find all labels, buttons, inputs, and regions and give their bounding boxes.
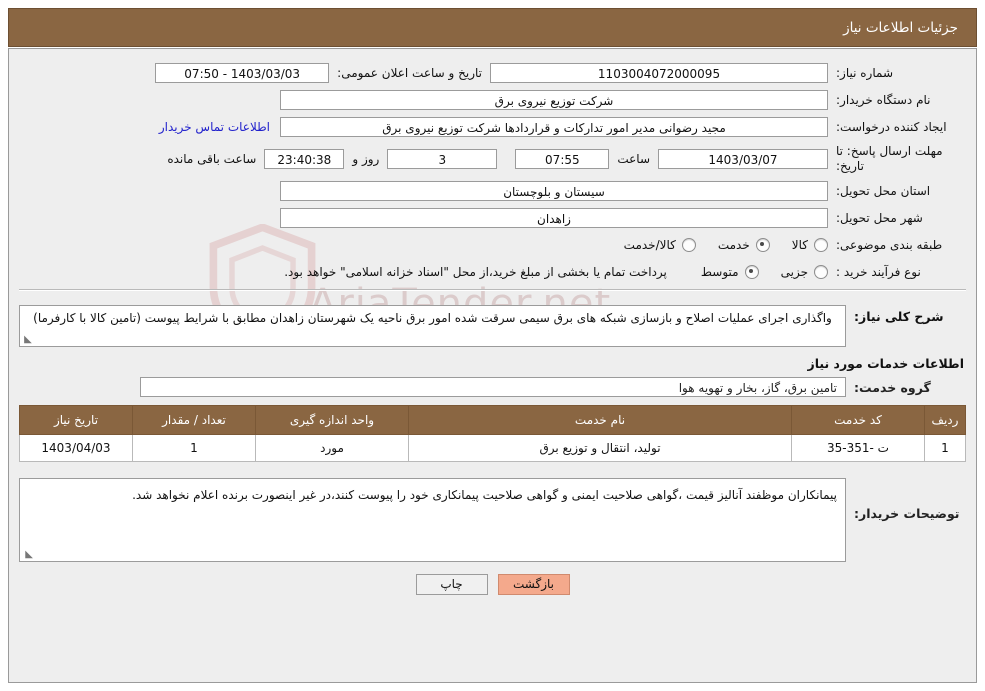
province-label: استان محل تحویل: (836, 183, 931, 198)
row-category: طبقه بندی موضوعی: کالا خدمت کالا/خدمت (19, 235, 966, 255)
cell-unit: مورد (255, 434, 409, 462)
services-section-title: اطلاعات خدمات مورد نیاز (807, 356, 965, 371)
section-divider (19, 289, 966, 291)
cell-quantity: 1 (132, 434, 256, 462)
back-button[interactable]: بازگشت (497, 574, 570, 595)
cell-service-name: تولید، انتقال و توزیع برق (408, 434, 792, 462)
row-need-number: شماره نیاز: 1103004072000095 تاریخ و ساع… (19, 63, 966, 83)
category-label: طبقه بندی موضوعی: (836, 237, 943, 252)
deadline-hour-value: 07:55 (515, 149, 610, 169)
services-table: ردیف کد خدمت نام خدمت واحد اندازه گیری ت… (19, 405, 966, 462)
process-option-motavaset[interactable]: متوسط (701, 265, 759, 279)
row-city: شهر محل تحویل: زاهدان (19, 208, 966, 228)
service-group-value: تامین برق، گاز، بخار و تهویه هوا (140, 377, 846, 397)
description-row: شرح کلی نیاز: واگذاری اجرای عملیات اصلاح… (19, 305, 966, 347)
details-panel: AriaTender.net شماره نیاز: 1103004072000… (8, 48, 977, 683)
comments-text: پیمانکاران موظفند آنالیز قیمت ،گواهی صلا… (132, 488, 837, 502)
col-service-name: نام خدمت (408, 405, 792, 435)
hour-label: ساعت (617, 152, 650, 166)
radio-icon[interactable] (814, 238, 828, 252)
category-option-kala[interactable]: کالا (792, 238, 828, 252)
print-button[interactable]: چاپ (415, 574, 488, 595)
remaining-days-value: 3 (387, 149, 498, 169)
process-option-jozi[interactable]: جزیی (781, 265, 828, 279)
deadline-label: مهلت ارسال پاسخ: تا تاریخ: (836, 144, 943, 173)
buyer-org-value: شرکت توزیع نیروی برق (280, 90, 828, 110)
comments-row: توضیحات خریدار: پیمانکاران موظفند آنالیز… (19, 478, 966, 562)
creator-value: مجید رضوانی مدیر امور تدارکات و قرارداده… (280, 117, 828, 137)
remaining-label: ساعت باقی مانده (167, 152, 257, 166)
public-announce-value: 1403/03/03 - 07:50 (155, 63, 330, 83)
comments-label: توضیحات خریدار: (854, 506, 960, 521)
remaining-timer-value: 23:40:38 (264, 149, 345, 169)
category-radio-group: کالا خدمت کالا/خدمت (602, 238, 828, 252)
col-need-date: تاریخ نیاز (19, 405, 133, 435)
col-quantity: تعداد / مقدار (132, 405, 256, 435)
page-root: جزئیات اطلاعات نیاز AriaTender.net شماره… (0, 0, 985, 691)
province-value: سیستان و بلوچستان (280, 181, 828, 201)
need-number-label: شماره نیاز: (836, 65, 893, 80)
category-option-label: خدمت (717, 238, 750, 252)
description-text: واگذاری اجرای عملیات اصلاح و بازسازی شبک… (33, 311, 832, 325)
category-option-kala-khedmat[interactable]: کالا/خدمت (624, 238, 696, 252)
row-buyer-org: نام دستگاه خریدار: شرکت توزیع نیروی برق (19, 90, 966, 110)
process-type-label: نوع فرآیند خرید : (836, 264, 921, 279)
panel-content: شماره نیاز: 1103004072000095 تاریخ و ساع… (9, 49, 976, 595)
process-option-label: متوسط (700, 265, 739, 279)
radio-icon[interactable] (814, 265, 828, 279)
radio-icon[interactable] (681, 238, 696, 252)
comments-section: توضیحات خریدار: پیمانکاران موظفند آنالیز… (9, 462, 976, 595)
radio-icon[interactable] (755, 238, 770, 252)
radio-icon[interactable] (744, 265, 759, 279)
city-label: شهر محل تحویل: (836, 210, 923, 225)
col-service-code: کد خدمت (791, 405, 925, 435)
description-textarea[interactable]: واگذاری اجرای عملیات اصلاح و بازسازی شبک… (19, 305, 846, 347)
deadline-date-value: 1403/03/07 (658, 149, 828, 169)
need-info-form: شماره نیاز: 1103004072000095 تاریخ و ساع… (9, 49, 976, 297)
resize-grip-icon[interactable]: ◣ (23, 335, 33, 345)
need-number-value: 1103004072000095 (490, 63, 828, 83)
page-header: جزئیات اطلاعات نیاز (8, 8, 977, 47)
service-group-label: گروه خدمت: (854, 379, 931, 395)
days-unit-label: روز و (352, 152, 380, 166)
creator-label: ایجاد کننده درخواست: (836, 119, 947, 134)
public-announce-label: تاریخ و ساعت اعلان عمومی: (337, 66, 482, 80)
category-option-label: کالا (791, 238, 808, 252)
buyer-org-label: نام دستگاه خریدار: (836, 92, 931, 107)
cell-need-date: 1403/04/03 (19, 434, 133, 462)
table-header-row: ردیف کد خدمت نام خدمت واحد اندازه گیری ت… (19, 405, 966, 435)
comments-textarea[interactable]: پیمانکاران موظفند آنالیز قیمت ،گواهی صلا… (19, 478, 846, 562)
col-row: ردیف (924, 405, 966, 435)
process-note: پرداخت تمام یا بخشی از مبلغ خرید،از محل … (284, 265, 667, 279)
process-option-label: جزیی (780, 265, 808, 279)
footer-buttons: بازگشت چاپ (19, 574, 966, 595)
row-creator: ایجاد کننده درخواست: مجید رضوانی مدیر ام… (19, 117, 966, 137)
row-deadline: مهلت ارسال پاسخ: تا تاریخ: 1403/03/07 سا… (19, 144, 966, 174)
table-row: 1 ت -351-35 تولید، انتقال و توزیع برق مو… (19, 434, 966, 462)
buyer-contact-link[interactable]: اطلاعات تماس خریدار (149, 120, 280, 134)
cell-row: 1 (924, 434, 966, 462)
category-option-khedmat[interactable]: خدمت (718, 238, 770, 252)
service-group-row: گروه خدمت: تامین برق، گاز، بخار و تهویه … (19, 377, 966, 397)
cell-service-code: ت -351-35 (791, 434, 925, 462)
description-section: شرح کلی نیاز: واگذاری اجرای عملیات اصلاح… (9, 297, 976, 397)
category-option-label: کالا/خدمت (623, 238, 676, 252)
city-value: زاهدان (280, 208, 828, 228)
row-process-type: نوع فرآیند خرید : جزیی متوسط پرداخت تمام… (19, 262, 966, 282)
resize-grip-icon[interactable]: ◣ (23, 550, 33, 560)
col-unit: واحد اندازه گیری (255, 405, 409, 435)
process-radio-group: جزیی متوسط (679, 265, 828, 279)
page-title: جزئیات اطلاعات نیاز (843, 19, 958, 36)
row-province: استان محل تحویل: سیستان و بلوچستان (19, 181, 966, 201)
description-label: شرح کلی نیاز: (854, 309, 944, 324)
